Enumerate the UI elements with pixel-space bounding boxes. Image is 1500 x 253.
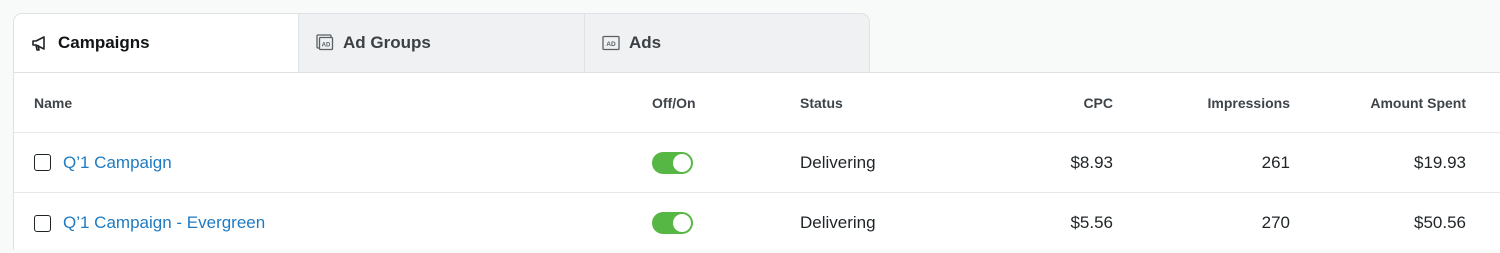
cpc-value: $8.93 xyxy=(1070,152,1113,172)
amount-spent-value: $19.93 xyxy=(1414,152,1466,172)
svg-text:AD: AD xyxy=(322,43,331,49)
column-header-off-on[interactable]: Off/On xyxy=(652,73,696,132)
impressions-value: 261 xyxy=(1261,152,1290,172)
svg-text:AD: AD xyxy=(606,41,616,48)
row-checkbox[interactable] xyxy=(34,214,51,232)
column-header-impressions[interactable]: Impressions xyxy=(1208,73,1290,132)
campaign-name-link[interactable]: Q’1 Campaign xyxy=(63,153,172,173)
row-checkbox[interactable] xyxy=(34,154,51,171)
tab-ad-groups[interactable]: AD Ad Groups xyxy=(299,13,585,73)
toggle-knob xyxy=(673,153,691,172)
campaigns-table: Name Off/On Status CPC Impressions Amoun… xyxy=(13,72,1500,250)
tab-label: Campaigns xyxy=(58,33,150,52)
cpc-value: $5.56 xyxy=(1070,213,1113,232)
impressions-value: 270 xyxy=(1261,213,1290,232)
column-header-status[interactable]: Status xyxy=(800,73,843,132)
ad-icon: AD xyxy=(601,33,621,53)
tab-label: Ads xyxy=(629,33,662,52)
toggle-knob xyxy=(673,214,691,232)
tab-ads[interactable]: AD Ads xyxy=(585,13,870,73)
tab-campaigns[interactable]: Campaigns xyxy=(13,13,299,73)
column-header-cpc[interactable]: CPC xyxy=(1083,73,1113,132)
table-row: Q’1 Campaign Delivering $8.93 261 $19.93 xyxy=(14,133,1500,193)
tab-label: Ad Groups xyxy=(343,33,431,52)
amount-spent-value: $50.56 xyxy=(1414,213,1466,232)
column-header-amount-spent[interactable]: Amount Spent xyxy=(1370,73,1466,132)
megaphone-icon xyxy=(30,33,50,53)
ad-stack-icon: AD xyxy=(315,33,335,53)
status-text: Delivering xyxy=(800,152,876,172)
column-header-name[interactable]: Name xyxy=(34,73,72,132)
table-row: Q’1 Campaign - Evergreen Delivering $5.5… xyxy=(14,193,1500,253)
table-header-row: Name Off/On Status CPC Impressions Amoun… xyxy=(14,73,1500,133)
status-text: Delivering xyxy=(800,213,876,232)
campaign-toggle[interactable] xyxy=(652,212,693,234)
campaign-name-link[interactable]: Q’1 Campaign - Evergreen xyxy=(63,213,265,233)
campaign-toggle[interactable] xyxy=(652,151,693,174)
tab-bar: Campaigns AD Ad Groups AD Ads xyxy=(13,13,870,73)
